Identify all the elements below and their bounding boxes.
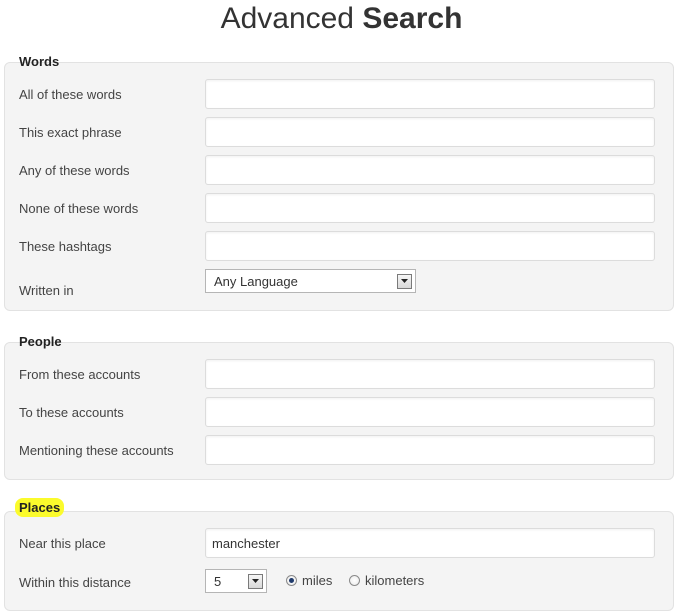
places-legend: Places: [15, 498, 65, 517]
to-accounts-input[interactable]: [205, 397, 655, 427]
miles-label: miles: [302, 573, 333, 588]
mentioning-accounts-row: Mentioning these accounts: [5, 435, 675, 467]
places-fieldset: Places Near this place Within this dista…: [4, 498, 675, 611]
near-place-row: Near this place: [5, 528, 675, 560]
mentioning-accounts-input[interactable]: [205, 435, 655, 465]
unit-kilometers-option[interactable]: kilometers: [349, 573, 424, 588]
exact-phrase-input[interactable]: [205, 117, 655, 147]
chevron-down-icon[interactable]: [397, 273, 412, 289]
exact-phrase-row: This exact phrase: [5, 117, 675, 149]
all-words-row: All of these words: [5, 79, 675, 111]
from-accounts-input[interactable]: [205, 359, 655, 389]
words-legend: Words: [19, 54, 60, 69]
any-words-row: Any of these words: [5, 155, 675, 187]
people-legend: People: [19, 334, 62, 349]
words-fieldset: Words All of these words This exact phra…: [4, 54, 675, 311]
distance-select-value: 5: [214, 573, 222, 589]
none-words-input[interactable]: [205, 193, 655, 223]
to-accounts-row: To these accounts: [5, 397, 675, 429]
page-title: Advanced Search: [0, 0, 683, 40]
kilometers-label: kilometers: [365, 573, 425, 588]
language-label: Written in: [19, 283, 74, 298]
any-words-label: Any of these words: [19, 163, 130, 178]
language-select-value: Any Language: [214, 273, 298, 289]
language-select[interactable]: Any Language: [205, 269, 416, 293]
distance-label: Within this distance: [19, 575, 131, 590]
page-title-light: Advanced: [220, 2, 354, 35]
chevron-down-icon[interactable]: [248, 573, 263, 589]
exact-phrase-label: This exact phrase: [19, 125, 122, 140]
hashtags-input[interactable]: [205, 231, 655, 261]
hashtags-row: These hashtags: [5, 231, 675, 263]
from-accounts-row: From these accounts: [5, 359, 675, 391]
people-fieldset: People From these accounts To these acco…: [4, 334, 675, 480]
none-words-row: None of these words: [5, 193, 675, 225]
hashtags-label: These hashtags: [19, 239, 112, 254]
distance-row: Within this distance 5 miles kilometers: [5, 569, 675, 601]
language-row: Written in Any Language: [5, 269, 675, 301]
unit-miles-option[interactable]: miles: [286, 573, 332, 588]
all-words-input[interactable]: [205, 79, 655, 109]
to-accounts-label: To these accounts: [19, 405, 124, 420]
mentioning-accounts-label: Mentioning these accounts: [19, 443, 174, 458]
from-accounts-label: From these accounts: [19, 367, 141, 382]
any-words-input[interactable]: [205, 155, 655, 185]
distance-select[interactable]: 5: [205, 569, 267, 593]
kilometers-radio[interactable]: [349, 575, 360, 586]
miles-radio[interactable]: [286, 575, 297, 586]
near-place-input[interactable]: [205, 528, 655, 558]
all-words-label: All of these words: [19, 87, 122, 102]
near-place-label: Near this place: [19, 536, 106, 551]
none-words-label: None of these words: [19, 201, 139, 216]
page-title-bold: Search: [362, 2, 463, 35]
